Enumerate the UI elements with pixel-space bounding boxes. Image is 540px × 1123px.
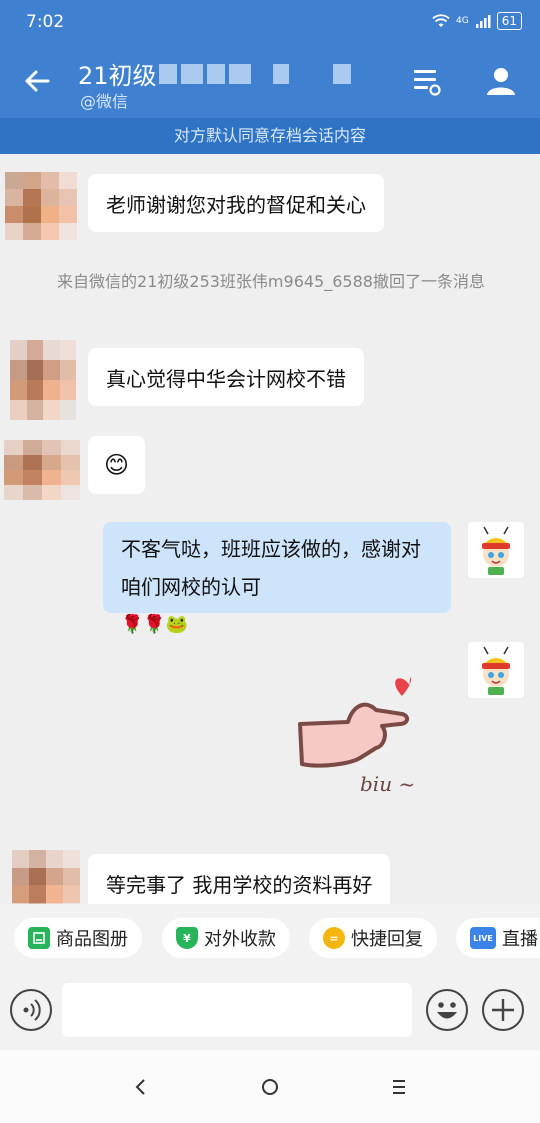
- system-nav-bar: [0, 1050, 540, 1123]
- nav-menu-icon[interactable]: [384, 1072, 414, 1102]
- message-bubble[interactable]: 老师谢谢您对我的督促和关心: [88, 174, 384, 232]
- bee-mascot-icon: [482, 526, 510, 575]
- recall-notice: 来自微信的21初级253班张伟m9645_6588撤回了一条消息: [57, 272, 485, 291]
- my-avatar[interactable]: [468, 522, 524, 578]
- battery-icon: 61: [496, 12, 522, 30]
- bee-mascot-icon: [482, 646, 510, 695]
- contact-avatar[interactable]: [4, 440, 80, 500]
- contact-profile-icon[interactable]: [484, 64, 518, 98]
- live-icon: LIVE: [470, 927, 496, 949]
- plus-icon: [492, 999, 514, 1021]
- chat-title-text: 21初级: [78, 62, 157, 90]
- chip-label: 直播: [502, 929, 538, 950]
- header-bar: 7:02 4G 61 21初级 @微信: [0, 0, 540, 118]
- chip-label: 对外收款: [204, 929, 276, 950]
- signal-icon: [475, 15, 491, 28]
- message-text: 老师谢谢您对我的督促和关心: [106, 192, 366, 217]
- message-bubble[interactable]: 真心觉得中华会计网校不错: [88, 348, 364, 406]
- product-catalog-button[interactable]: 商品图册: [14, 918, 142, 958]
- external-payment-button[interactable]: ¥ 对外收款: [162, 918, 290, 958]
- voice-icon: [23, 999, 41, 1021]
- message-text: 等完事了 我用学校的资料再好: [106, 872, 373, 897]
- nav-back-icon[interactable]: [126, 1072, 156, 1102]
- status-time: 7:02: [26, 12, 65, 32]
- chip-label: 快捷回复: [351, 929, 423, 950]
- voice-input-button[interactable]: [10, 989, 52, 1031]
- chip-label: 商品图册: [56, 929, 128, 950]
- input-bar: [0, 972, 540, 1050]
- live-button[interactable]: LIVE 直播: [456, 918, 540, 958]
- my-message-bubble[interactable]: 不客气哒，班班应该做的，感谢对咱们网校的认可 🌹🌹🐸: [103, 522, 451, 635]
- message-input[interactable]: [62, 983, 412, 1037]
- quick-action-bar: 商品图册 ¥ 对外收款 = 快捷回复 LIVE 直播: [0, 904, 540, 972]
- quick-reply-icon: =: [323, 927, 345, 949]
- redacted-name: [158, 63, 351, 84]
- payment-icon: ¥: [176, 927, 198, 949]
- smile-emoji: 😊: [104, 451, 130, 479]
- smiley-icon: [437, 1002, 457, 1019]
- back-arrow-icon[interactable]: [22, 66, 52, 96]
- biu-sticker[interactable]: biu ~: [290, 664, 450, 814]
- chat-settings-icon[interactable]: [410, 64, 444, 98]
- contact-avatar[interactable]: [10, 340, 76, 420]
- rose-frog-emoji: 🌹🌹🐸: [121, 614, 189, 635]
- wifi-icon: [432, 14, 450, 27]
- status-bar: 7:02 4G 61: [0, 0, 540, 44]
- sticker-caption: biu ~: [360, 772, 416, 796]
- my-avatar[interactable]: [468, 642, 524, 698]
- nav-home-icon[interactable]: [255, 1072, 285, 1102]
- chat-title: 21初级: [78, 56, 351, 91]
- network-type: 4G: [456, 16, 469, 26]
- contact-avatar[interactable]: [12, 850, 80, 904]
- message-text: 真心觉得中华会计网校不错: [106, 366, 346, 391]
- message-bubble[interactable]: 😊: [88, 436, 146, 494]
- catalog-icon: [28, 927, 50, 949]
- chat-subtitle: @微信: [80, 92, 129, 111]
- message-text: 不客气哒，班班应该做的，感谢对咱们网校的认可: [121, 537, 421, 599]
- emoji-button[interactable]: [426, 989, 468, 1031]
- chat-area[interactable]: 老师谢谢您对我的督促和关心 来自微信的21初级253班张伟m9645_6588撤…: [0, 154, 540, 904]
- contact-avatar[interactable]: [5, 172, 77, 240]
- more-actions-button[interactable]: [482, 989, 524, 1031]
- quick-reply-button[interactable]: = 快捷回复: [309, 918, 437, 958]
- message-bubble[interactable]: 等完事了 我用学校的资料再好: [88, 854, 391, 904]
- archive-notice: 对方默认同意存档会话内容: [0, 118, 540, 154]
